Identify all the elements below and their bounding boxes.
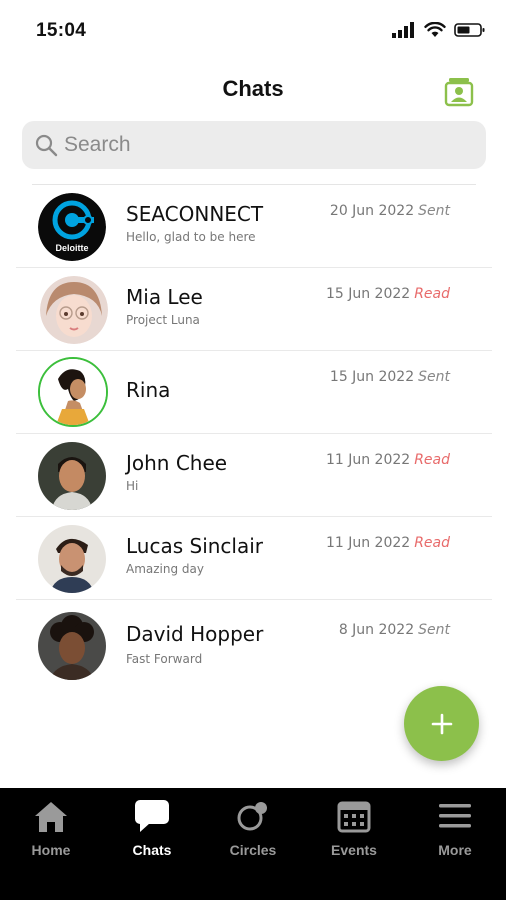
chat-preview: Project Luna	[126, 313, 200, 327]
circles-icon	[237, 802, 267, 831]
tab-label: Events	[331, 842, 377, 858]
chat-date: 8 Jun 2022	[338, 622, 415, 638]
chat-date: 15 Jun 2022	[325, 286, 411, 302]
tab-label: Home	[31, 842, 71, 858]
calendar-icon	[337, 801, 371, 833]
new-chat-button[interactable]	[404, 686, 479, 761]
chat-date: 20 Jun 2022	[329, 203, 415, 219]
chat-name: Lucas Sinclair	[126, 534, 264, 558]
battery-icon	[454, 23, 485, 37]
tab-label: Chats	[132, 842, 172, 858]
status-icons	[392, 22, 486, 38]
chat-meta: 11 Jun 2022 Read	[326, 452, 450, 468]
menu-icon	[439, 804, 471, 828]
avatar	[38, 612, 106, 680]
avatar-photo	[40, 359, 106, 425]
tab-bar: Home Chats Circles Events More	[0, 788, 506, 900]
contacts-book-icon	[444, 78, 474, 107]
chat-name: Rina	[126, 378, 171, 402]
chat-meta: 8 Jun 2022 Sent	[339, 622, 450, 638]
contacts-button[interactable]	[444, 75, 474, 107]
chat-preview: Amazing day	[126, 562, 204, 576]
chat-row-john-chee[interactable]: John Chee Hi 11 Jun 2022 Read	[16, 434, 492, 517]
chat-meta: 11 Jun 2022 Read	[326, 535, 450, 551]
avatar-photo	[38, 612, 106, 680]
chat-meta: 15 Jun 2022 Read	[326, 286, 450, 302]
tab-circles[interactable]: Circles	[208, 796, 298, 866]
avatar-illustration	[40, 276, 108, 344]
search-bar[interactable]	[22, 121, 486, 169]
chat-row-mia-lee[interactable]: Mia Lee Project Luna 15 Jun 2022 Read	[16, 268, 492, 351]
avatar-photo	[38, 525, 106, 593]
chat-status: Sent	[418, 203, 450, 219]
search-icon	[35, 134, 58, 157]
chat-row-seaconnect[interactable]: Deloitte SEACONNECT Hello, glad to be he…	[16, 185, 492, 268]
chat-row-rina[interactable]: Rina 15 Jun 2022 Sent	[16, 351, 492, 434]
wifi-icon	[424, 22, 446, 37]
tab-chats[interactable]: Chats	[107, 796, 197, 866]
avatar: Deloitte	[38, 193, 106, 261]
tab-label: Circles	[229, 842, 277, 858]
chat-preview: Hi	[126, 479, 139, 493]
tab-label: More	[438, 842, 472, 858]
signal-icon	[392, 22, 414, 38]
chat-row-lucas-sinclair[interactable]: Lucas Sinclair Amazing day 11 Jun 2022 Re…	[16, 517, 492, 600]
chat-date: 11 Jun 2022	[325, 452, 411, 468]
chat-name: John Chee	[126, 451, 228, 475]
chat-meta: 20 Jun 2022 Sent	[330, 203, 450, 219]
chat-preview: Hello, glad to be here	[126, 230, 256, 244]
chat-status: Sent	[418, 369, 450, 385]
chat-name: SEACONNECT	[126, 202, 264, 226]
chat-status: Read	[414, 535, 450, 551]
status-time: 15:04	[36, 20, 87, 41]
chat-meta: 15 Jun 2022 Sent	[330, 369, 450, 385]
chat-row-david-hopper[interactable]: David Hopper Fast Forward 8 Jun 2022 Sent	[16, 600, 492, 683]
tab-more[interactable]: More	[410, 796, 500, 866]
home-icon	[35, 802, 67, 832]
header: Chats	[0, 62, 506, 118]
search-input[interactable]	[64, 133, 464, 157]
avatar	[38, 442, 106, 510]
seaconnect-logo-icon: Deloitte	[38, 193, 106, 261]
chat-status: Read	[414, 286, 450, 302]
chat-date: 11 Jun 2022	[325, 535, 411, 551]
chat-status: Read	[414, 452, 450, 468]
svg-text:Deloitte: Deloitte	[55, 243, 88, 253]
avatar	[38, 525, 106, 593]
avatar	[38, 357, 108, 427]
chat-name: Mia Lee	[126, 285, 203, 309]
chat-bubble-icon	[135, 800, 169, 832]
plus-icon	[431, 713, 452, 734]
chat-name: David Hopper	[126, 622, 264, 646]
page-title: Chats	[222, 76, 284, 101]
tab-home[interactable]: Home	[6, 796, 96, 866]
chat-status: Sent	[418, 622, 450, 638]
chat-list: Deloitte SEACONNECT Hello, glad to be he…	[0, 185, 506, 683]
chat-date: 15 Jun 2022	[329, 369, 415, 385]
status-bar: 15:04	[0, 0, 506, 62]
chat-preview: Fast Forward	[126, 652, 203, 666]
avatar-photo	[38, 442, 106, 510]
avatar	[40, 276, 108, 344]
tab-events[interactable]: Events	[309, 796, 399, 866]
